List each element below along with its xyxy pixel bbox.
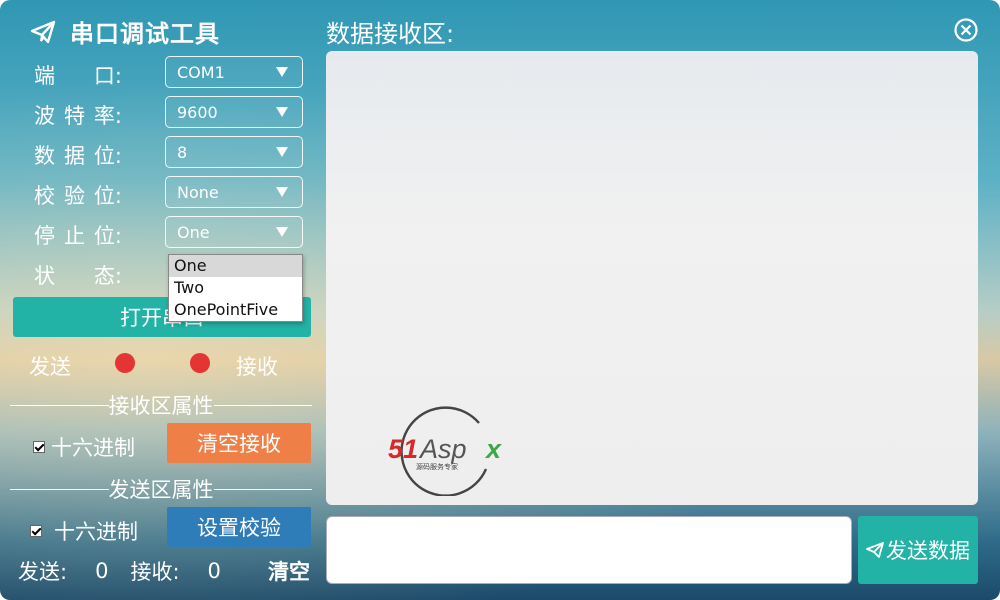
stats-bar: 发送: 0 接收: 0 bbox=[18, 556, 221, 586]
recv-count-value: 0 bbox=[207, 559, 221, 583]
divider-line bbox=[213, 488, 312, 490]
stopbits-select[interactable]: One bbox=[165, 216, 303, 248]
recv-props-divider: 接收区属性 bbox=[10, 390, 312, 420]
paper-plane-icon bbox=[30, 20, 56, 43]
chevron-down-icon bbox=[276, 107, 288, 117]
svg-text:源码服务专家: 源码服务专家 bbox=[416, 462, 458, 471]
chevron-down-icon bbox=[276, 147, 288, 157]
receive-indicator-label: 接收 bbox=[236, 355, 278, 379]
dropdown-option-one[interactable]: One bbox=[169, 255, 302, 277]
svg-text:51: 51 bbox=[388, 434, 418, 464]
close-icon[interactable] bbox=[953, 17, 979, 43]
receive-led-icon bbox=[190, 353, 210, 373]
stopbits-label: 停 止 位: bbox=[34, 224, 122, 248]
chevron-down-icon bbox=[276, 187, 288, 197]
app-window: 串口调试工具 端 口: COM1 波 特 率: 9600 数 据 位: 8 校 … bbox=[0, 0, 1000, 600]
baud-label: 波 特 率: bbox=[34, 104, 122, 128]
clear-stats-button[interactable]: 清空 bbox=[268, 556, 310, 586]
chevron-down-icon bbox=[276, 67, 288, 77]
databits-select[interactable]: 8 bbox=[165, 136, 303, 168]
parity-label: 校 验 位: bbox=[34, 184, 122, 208]
stopbits-dropdown-list: One Two OnePointFive bbox=[168, 254, 303, 322]
recv-hex-label: 十六进制 bbox=[51, 436, 135, 460]
dropdown-option-two[interactable]: Two bbox=[169, 277, 302, 299]
send-data-label: 发送数据 bbox=[886, 539, 970, 563]
app-title: 串口调试工具 bbox=[70, 20, 220, 48]
paper-plane-icon bbox=[866, 542, 884, 558]
send-count-value: 0 bbox=[95, 559, 109, 583]
send-indicator-label: 发送 bbox=[29, 355, 71, 379]
send-led-icon bbox=[115, 353, 135, 373]
dropdown-option-onepointfive[interactable]: OnePointFive bbox=[169, 299, 302, 321]
divider-line bbox=[10, 404, 109, 406]
clear-receive-button[interactable]: 清空接收 bbox=[167, 423, 311, 463]
recv-props-title: 接收区属性 bbox=[108, 394, 214, 418]
watermark-logo-image: 51 Asp x 源码服务专家 bbox=[388, 406, 502, 497]
divider-line bbox=[213, 404, 312, 406]
send-props-title: 发送区属性 bbox=[108, 478, 214, 502]
recv-count-label: 接收: bbox=[130, 560, 180, 584]
svg-text:x: x bbox=[484, 434, 502, 464]
send-input[interactable] bbox=[326, 516, 852, 584]
send-hex-label: 十六进制 bbox=[54, 520, 138, 544]
baud-select[interactable]: 9600 bbox=[165, 96, 303, 128]
parity-select[interactable]: None bbox=[165, 176, 303, 208]
title-bar: 串口调试工具 bbox=[30, 14, 220, 49]
recv-hex-option[interactable]: 十六进制 bbox=[33, 432, 135, 462]
receive-area-title: 数据接收区: bbox=[326, 20, 455, 48]
svg-text:Asp: Asp bbox=[418, 434, 467, 464]
send-data-button[interactable]: 发送数据 bbox=[858, 516, 978, 584]
recv-hex-checkbox[interactable] bbox=[33, 441, 45, 453]
databits-label: 数 据 位: bbox=[34, 144, 122, 168]
send-hex-option[interactable]: 十六进制 bbox=[30, 516, 138, 546]
chevron-down-icon bbox=[276, 227, 288, 237]
send-props-divider: 发送区属性 bbox=[10, 474, 312, 504]
set-checksum-button[interactable]: 设置校验 bbox=[167, 507, 311, 547]
divider-line bbox=[10, 488, 109, 490]
watermark-logo: 51 Asp x 源码服务专家 bbox=[386, 401, 516, 497]
port-label: 端 口: bbox=[34, 64, 122, 88]
port-select[interactable]: COM1 bbox=[165, 56, 303, 88]
status-label: 状 态: bbox=[34, 264, 122, 288]
send-hex-checkbox[interactable] bbox=[30, 525, 42, 537]
send-count-label: 发送: bbox=[18, 560, 68, 584]
